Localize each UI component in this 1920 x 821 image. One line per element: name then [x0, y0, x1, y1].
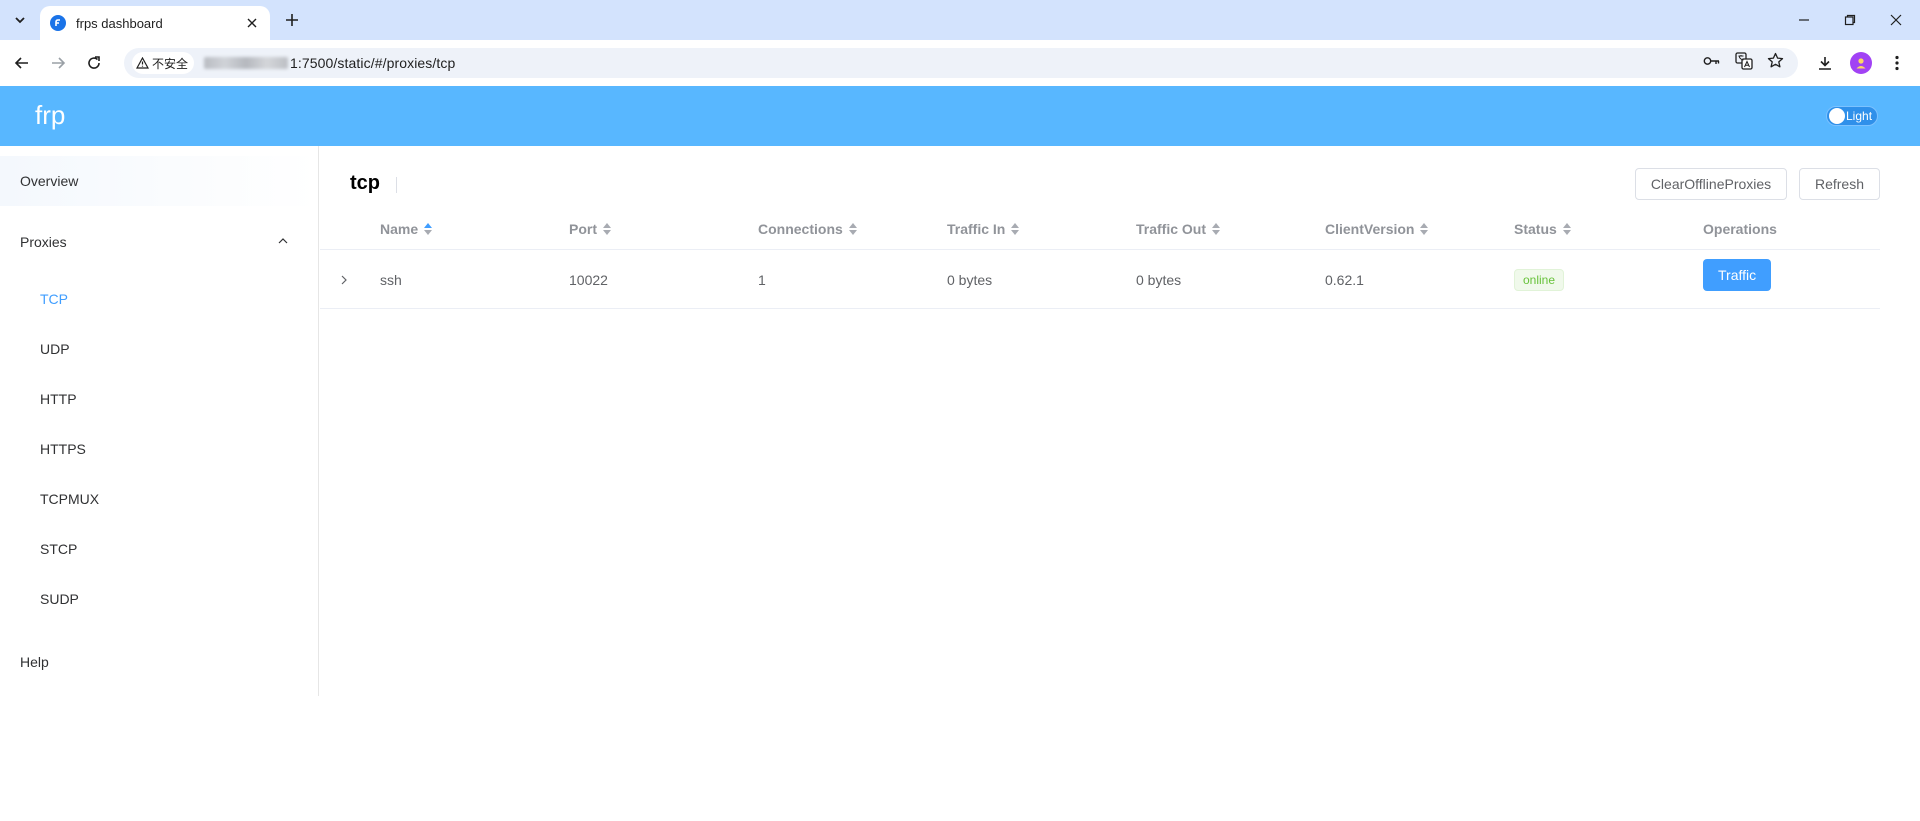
- cell-traffic-out: 0 bytes: [1136, 271, 1182, 288]
- download-icon[interactable]: [1814, 52, 1836, 74]
- translate-icon[interactable]: [1735, 51, 1753, 75]
- column-header-operations: Operations: [1703, 221, 1777, 237]
- warning-icon: [136, 57, 149, 69]
- proxies-table: Name Port Connections Traffic In Traffic…: [320, 208, 1880, 309]
- cell-name: ssh: [380, 271, 402, 288]
- sidebar-item-stcp[interactable]: STCP: [0, 524, 318, 574]
- column-header-client-version[interactable]: ClientVersion: [1325, 208, 1429, 250]
- sidebar-item-label: TCPMUX: [40, 491, 100, 507]
- table-row: ssh 10022 1 0 bytes 0 bytes 0.62.1 onlin…: [320, 250, 1880, 309]
- sidebar-item-tcpmux[interactable]: TCPMUX: [0, 474, 318, 524]
- column-header-port[interactable]: Port: [569, 208, 611, 250]
- more-vert-icon[interactable]: [1886, 52, 1908, 74]
- chevron-down-icon: [15, 17, 25, 24]
- frp-favicon-icon: [50, 15, 66, 31]
- title-divider: [396, 177, 397, 193]
- table-header: Name Port Connections Traffic In Traffic…: [320, 208, 1880, 250]
- close-icon[interactable]: [244, 15, 260, 31]
- column-header-traffic-in[interactable]: Traffic In: [947, 208, 1020, 250]
- security-label: 不安全: [152, 56, 189, 71]
- column-header-traffic-out[interactable]: Traffic Out: [1136, 208, 1221, 250]
- sidebar-item-label: Proxies: [20, 234, 67, 250]
- sidebar-item-label: UDP: [40, 341, 70, 357]
- sidebar-item-help[interactable]: Help: [0, 637, 318, 687]
- sidebar-item-label: Overview: [20, 173, 79, 189]
- sidebar-item-proxies[interactable]: Proxies: [0, 217, 318, 267]
- reload-icon[interactable]: [83, 52, 105, 74]
- new-tab-plus-icon[interactable]: [282, 10, 302, 30]
- sort-icon[interactable]: [1212, 223, 1221, 235]
- sort-icon[interactable]: [848, 223, 857, 235]
- sidebar-item-label: HTTPS: [40, 441, 86, 457]
- cell-operations: Traffic: [1703, 250, 1772, 309]
- sort-icon[interactable]: [1011, 223, 1020, 235]
- back-arrow-icon[interactable]: [11, 52, 33, 74]
- tab-title: frps dashboard: [76, 15, 163, 31]
- sidebar-item-label: TCP: [40, 291, 68, 307]
- sidebar-item-label: SUDP: [40, 591, 79, 607]
- chevron-up-icon: [278, 238, 288, 244]
- cell-status: online: [1514, 250, 1565, 309]
- bookmark-star-icon[interactable]: [1767, 52, 1784, 74]
- expand-row-icon[interactable]: [340, 250, 348, 309]
- address-bar[interactable]: 不安全 1:7500/static/#/proxies/tcp: [124, 48, 1798, 78]
- password-key-icon[interactable]: [1703, 54, 1721, 72]
- refresh-button[interactable]: Refresh: [1799, 168, 1880, 200]
- app-logo[interactable]: frp: [35, 100, 65, 131]
- sidebar-item-label: HTTP: [40, 391, 77, 407]
- sidebar-item-https[interactable]: HTTPS: [0, 424, 318, 474]
- sort-icon[interactable]: [1420, 223, 1429, 235]
- minimize-icon[interactable]: [1794, 10, 1814, 30]
- traffic-button[interactable]: Traffic: [1703, 258, 1772, 291]
- tab-search-button[interactable]: [8, 8, 32, 32]
- column-header-status[interactable]: Status: [1514, 208, 1571, 250]
- sidebar-item-label: Help: [20, 654, 49, 670]
- sort-icon[interactable]: [1562, 223, 1571, 235]
- forward-arrow-icon[interactable]: [47, 52, 69, 74]
- theme-label: Light: [1846, 109, 1873, 123]
- security-indicator[interactable]: 不安全: [132, 52, 195, 74]
- window-close-icon[interactable]: [1886, 10, 1906, 30]
- browser-tab[interactable]: frps dashboard: [40, 6, 270, 40]
- sidebar-item-tcp[interactable]: TCP: [0, 274, 318, 324]
- clear-offline-proxies-button[interactable]: ClearOfflineProxies: [1635, 168, 1787, 200]
- redacted-host: [204, 57, 289, 69]
- browser-tab-strip: frps dashboard: [0, 0, 1920, 40]
- cell-connections: 1: [758, 271, 766, 288]
- cell-client-version: 0.62.1: [1325, 271, 1364, 288]
- sidebar-item-sudp[interactable]: SUDP: [0, 574, 318, 624]
- app-header: frp Light: [0, 86, 1920, 146]
- sidebar-item-udp[interactable]: UDP: [0, 324, 318, 374]
- sort-icon[interactable]: [424, 223, 433, 235]
- status-badge: online: [1514, 268, 1565, 291]
- sort-icon[interactable]: [603, 223, 611, 235]
- column-header-name[interactable]: Name: [380, 208, 433, 250]
- sidebar-item-overview[interactable]: Overview: [0, 156, 318, 206]
- profile-avatar-icon[interactable]: [1850, 52, 1872, 74]
- cell-traffic-in: 0 bytes: [947, 271, 993, 288]
- main-content: tcp ClearOfflineProxies Refresh Name Por…: [320, 146, 1920, 696]
- cell-port: 10022: [569, 271, 608, 288]
- sidebar-menu: Overview Proxies TCP UDP HTTP HTTPS TCPM…: [0, 146, 319, 696]
- page-title: tcp: [350, 172, 380, 194]
- sidebar-item-http[interactable]: HTTP: [0, 374, 318, 424]
- url-text[interactable]: 1:7500/static/#/proxies/tcp: [204, 55, 455, 71]
- restore-icon[interactable]: [1840, 10, 1860, 30]
- sidebar-item-label: STCP: [40, 541, 78, 557]
- column-header-connections[interactable]: Connections: [758, 208, 857, 250]
- toggle-knob: [1829, 108, 1845, 124]
- theme-toggle-switch[interactable]: Light: [1826, 106, 1878, 126]
